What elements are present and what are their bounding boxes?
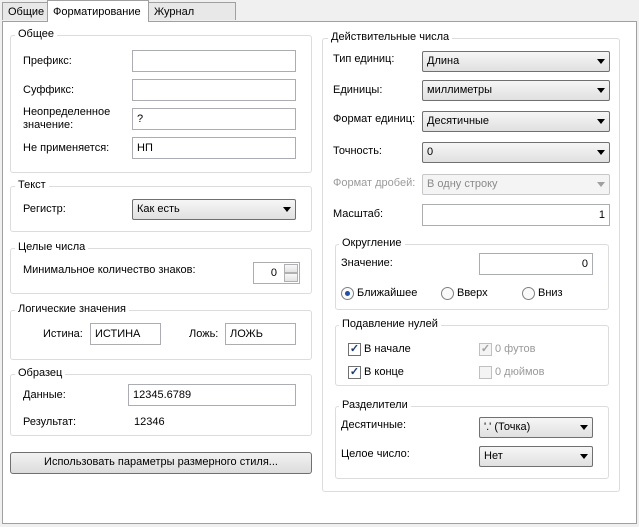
leading-zeros-checkbox[interactable]: ✓ <box>348 343 361 356</box>
undefined-label-line2: значение: <box>23 119 74 131</box>
min-digits-value: 0 <box>270 267 277 279</box>
zero-feet-checkbox: ✓ <box>479 343 492 356</box>
chevron-down-icon <box>597 59 605 64</box>
false-label: Ложь: <box>189 328 219 340</box>
precision-label: Точность: <box>333 145 382 157</box>
fraction-format-value: В одну строку <box>427 178 498 190</box>
precision-value: 0 <box>427 146 434 158</box>
scale-label: Масштаб: <box>333 208 384 220</box>
prefix-label: Префикс: <box>23 55 72 67</box>
unit-format-dropdown[interactable]: Десятичные <box>422 111 610 132</box>
unit-type-value: Длина <box>427 55 460 67</box>
min-digits-label: Минимальное количество знаков: <box>23 264 196 276</box>
data-label: Данные: <box>23 389 66 401</box>
data-input[interactable]: 12345.6789 <box>128 384 296 406</box>
fraction-format-dropdown: В одну строку <box>422 174 610 195</box>
up-label[interactable]: Вверх <box>457 287 488 300</box>
unit-type-dropdown[interactable]: Длина <box>422 51 610 72</box>
chevron-down-icon <box>580 425 588 430</box>
scale-input[interactable]: 1 <box>422 204 610 226</box>
spin-up-button[interactable] <box>284 264 298 273</box>
undefined-label-line1: Неопределенное <box>23 106 111 118</box>
rounding-title: Округление <box>339 237 405 250</box>
rounding-value-input[interactable]: 0 <box>479 253 593 275</box>
up-radio[interactable] <box>441 287 454 300</box>
boolean-title: Логические значения <box>15 303 129 316</box>
general-title: Общее <box>15 28 58 41</box>
false-input[interactable]: ЛОЖЬ <box>225 323 296 345</box>
units-dropdown[interactable]: миллиметры <box>422 80 610 101</box>
zero-inches-label: 0 дюймов <box>495 366 545 378</box>
result-value: 12346 <box>134 416 165 428</box>
decimal-separator-value: '.' (Точка) <box>484 421 531 433</box>
integer-separator-value: Нет <box>484 450 503 462</box>
not-applicable-label: Не применяется: <box>23 142 110 154</box>
text-title: Текст <box>15 179 49 192</box>
tab-history[interactable]: Журнал версий <box>148 2 236 36</box>
suffix-label: Суффикс: <box>23 84 75 96</box>
decimal-separator-dropdown[interactable]: '.' (Точка) <box>479 417 593 438</box>
zero-suppression-title: Подавление нулей <box>339 318 441 331</box>
min-digits-stepper[interactable]: 0 <box>253 262 300 284</box>
precision-dropdown[interactable]: 0 <box>422 142 610 163</box>
fraction-format-label: Формат дробей: <box>333 177 416 189</box>
chevron-down-icon <box>597 150 605 155</box>
units-label: Единицы: <box>333 84 383 96</box>
unit-type-label: Тип единиц: <box>333 53 395 65</box>
sample-title: Образец <box>15 367 66 380</box>
integer-separator-dropdown[interactable]: Нет <box>479 446 593 467</box>
chevron-down-icon <box>597 88 605 93</box>
down-label[interactable]: Вниз <box>538 287 563 300</box>
true-input[interactable]: ИСТИНА <box>90 323 161 345</box>
down-radio[interactable] <box>522 287 535 300</box>
result-label: Результат: <box>23 416 77 428</box>
zero-feet-label: 0 футов <box>495 343 536 355</box>
units-value: миллиметры <box>427 84 493 96</box>
chevron-down-icon <box>580 454 588 459</box>
chevron-down-icon <box>283 207 291 212</box>
trailing-zeros-checkbox[interactable]: ✓ <box>348 366 361 379</box>
trailing-zeros-label[interactable]: В конце <box>364 366 404 379</box>
undefined-value-input[interactable]: ? <box>132 108 296 130</box>
integers-title: Целые числа <box>15 241 89 254</box>
tab-general[interactable]: Общие <box>2 2 48 20</box>
case-label: Регистр: <box>23 203 66 215</box>
chevron-down-icon <box>597 182 605 187</box>
real-numbers-title: Действительные числа <box>328 31 453 44</box>
integer-separator-label: Целое число: <box>341 448 410 460</box>
suffix-input[interactable] <box>132 79 296 101</box>
unit-format-label: Формат единиц: <box>333 113 416 125</box>
spin-down-button[interactable] <box>284 273 298 282</box>
leading-zeros-label[interactable]: В начале <box>364 343 411 356</box>
decimal-separator-label: Десятичные: <box>341 419 407 431</box>
case-dropdown[interactable]: Как есть <box>132 199 296 220</box>
not-applicable-input[interactable]: НП <box>132 137 296 159</box>
separators-title: Разделители <box>339 399 411 412</box>
rounding-value-label: Значение: <box>341 257 393 269</box>
nearest-radio[interactable] <box>341 287 354 300</box>
true-label: Истина: <box>43 328 83 340</box>
prefix-input[interactable] <box>132 50 296 72</box>
tab-formatting[interactable]: Форматирование <box>47 0 149 22</box>
use-dimension-style-button[interactable]: Использовать параметры размерного стиля.… <box>10 452 312 474</box>
zero-inches-checkbox <box>479 366 492 379</box>
case-value: Как есть <box>137 203 180 215</box>
chevron-down-icon <box>597 119 605 124</box>
nearest-label[interactable]: Ближайшее <box>357 287 417 300</box>
unit-format-value: Десятичные <box>427 115 490 127</box>
